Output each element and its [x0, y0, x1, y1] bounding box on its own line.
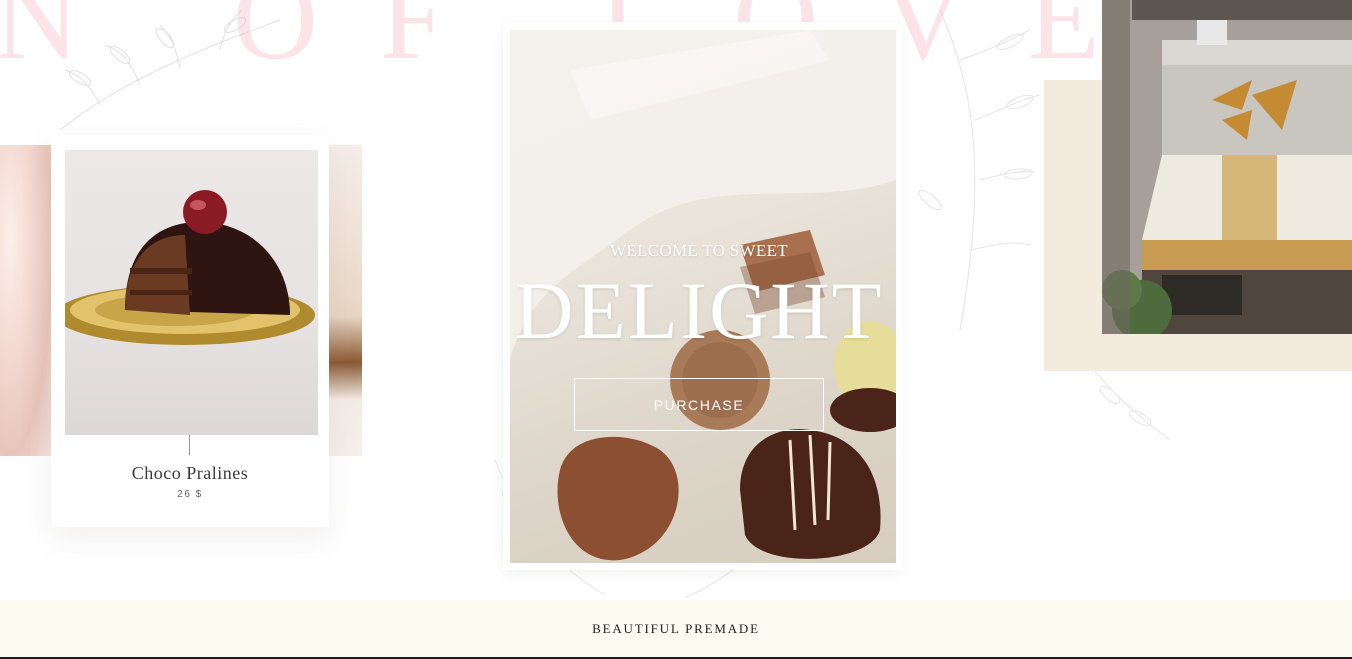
- leaf-decoration-right-icon: [1089, 364, 1171, 441]
- leaf-decoration-mid-icon: [918, 9, 1041, 331]
- premade-band: BEAUTIFUL PREMADE: [0, 600, 1352, 657]
- tart-image: [328, 145, 362, 456]
- product-divider: [189, 435, 190, 455]
- leaf-decoration-left-icon: [59, 9, 281, 131]
- hero-subtitle: WELCOME TO SWEET: [610, 241, 788, 260]
- hero-title: DELIGHT: [514, 265, 884, 356]
- product-price: 26 $: [177, 489, 203, 500]
- rose-pastry-image: [0, 145, 52, 456]
- shop-front-image[interactable]: [1102, 0, 1352, 334]
- product-card[interactable]: Choco Pralines 26 $: [51, 135, 329, 527]
- chocolate-cake-illustration: [65, 190, 315, 345]
- product-name[interactable]: Choco Pralines: [51, 463, 329, 484]
- shop-front-illustration: [1102, 0, 1352, 334]
- product-image[interactable]: [65, 150, 318, 435]
- band-text[interactable]: BEAUTIFUL PREMADE: [592, 621, 760, 637]
- purchase-button[interactable]: PURCHASE: [574, 378, 824, 431]
